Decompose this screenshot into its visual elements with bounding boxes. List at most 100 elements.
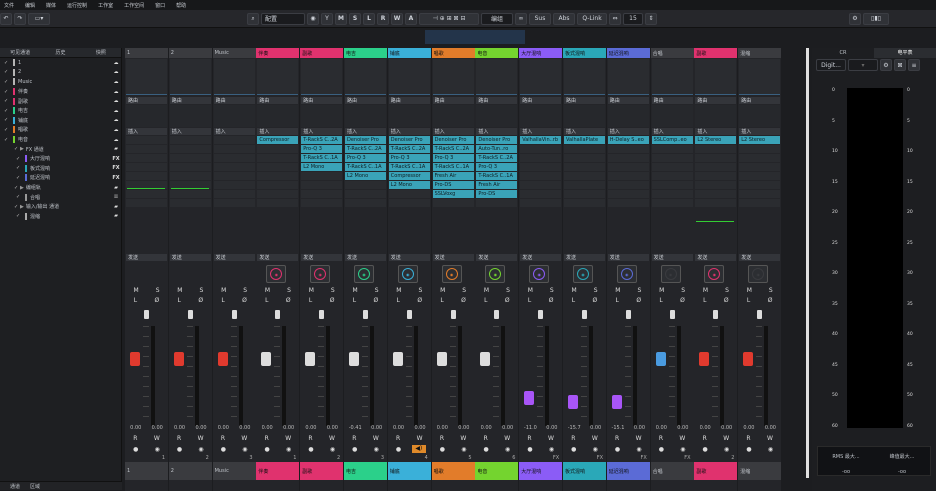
mode-button[interactable]: R [377,12,389,25]
pan-value[interactable]: 0.00 [152,425,163,431]
checkmark-icon[interactable]: ✓ [16,175,22,181]
insert-slot[interactable]: Denoiser Pro [345,136,386,144]
visibility-row[interactable]: ✓ 板式混响 FX [0,164,121,174]
checkmark-icon[interactable]: ✓ [4,127,10,133]
button-phase[interactable]: Ø [286,297,291,304]
send-header[interactable]: 发送 [564,254,605,261]
insert-slot[interactable]: Pro-Q 3 [388,154,430,162]
empty-insert-slot[interactable] [213,145,255,153]
button-listen[interactable]: L [528,297,531,304]
send-header[interactable]: 发送 [257,254,299,261]
insert-header[interactable]: 插入 [432,128,474,135]
footer-tab[interactable]: 区域 [30,483,40,490]
button-s[interactable]: S [418,287,422,294]
volume-value[interactable]: 0.00 [700,425,711,431]
pan-value[interactable]: 0.00 [677,425,688,431]
routing-toggles[interactable]: ⊣ ⊕ ⊞ ⊠ ⊟ [419,12,479,25]
monitor-icon[interactable]: ◉ [155,446,160,453]
monitor-icon[interactable]: ◉ [286,446,291,453]
channel-eq-button[interactable]: ◉ [573,265,593,283]
empty-insert-slot[interactable] [169,136,211,144]
insert-slot[interactable]: L2 Mono [345,172,386,180]
pan-knob[interactable] [144,310,149,319]
checkmark-icon[interactable]: ✓ [4,89,10,95]
checkmark-icon[interactable]: ✓ [4,117,10,123]
mode-button[interactable]: W [391,12,403,25]
channel-name[interactable]: 板式混响 [563,48,606,58]
button-listen[interactable]: L [484,297,487,304]
button-m[interactable]: M [747,287,752,294]
routing-slot[interactable] [564,105,605,127]
layout-toggle[interactable]: ▯▮▯ [863,12,889,25]
insert-header[interactable]: 插入 [607,128,649,135]
fader-handle[interactable] [349,351,359,366]
insert-header[interactable]: 插入 [169,128,211,135]
insert-slot[interactable]: T-RackS C..2A [476,154,518,162]
insert-header[interactable]: 插入 [476,128,518,135]
insert-slot[interactable]: Auto-Tun..ro [476,145,518,153]
pan-knob[interactable] [713,310,719,319]
button-s[interactable]: S [287,287,291,294]
automation-write[interactable]: W [285,435,291,442]
send-header[interactable]: 发送 [476,254,518,261]
empty-insert-slot[interactable] [213,154,255,162]
volume-value[interactable]: 0.00 [437,425,448,431]
checkmark-icon[interactable]: ✓ [4,60,10,66]
empty-insert-slot[interactable] [739,145,781,153]
visibility-row[interactable]: ✓ 副歌 ☁ [0,96,121,106]
empty-insert-slot[interactable] [169,163,211,171]
volume-value[interactable]: -0.41 [349,425,362,431]
button-m[interactable]: M [703,287,708,294]
automation-read[interactable]: R [177,435,181,442]
visibility-row[interactable]: ✓ ▶ 输入/输出 通道 ▰ [0,202,121,212]
monitor-icon[interactable]: ◉ [680,446,685,453]
button-listen[interactable]: L [397,297,400,304]
pan-value[interactable]: 0.00 [327,425,338,431]
button-phase[interactable]: Ø [330,297,335,304]
button-phase[interactable]: Ø [505,297,510,304]
empty-insert-slot[interactable] [520,154,562,162]
visibility-row[interactable]: ✓ ▶ 编组轨 ▰ [0,183,121,193]
fader-handle[interactable] [655,351,666,366]
channel-name-footer[interactable]: 大厅混响 [519,462,563,480]
channel-name[interactable]: 大厅混响 [519,48,563,58]
channel-name[interactable]: Music [212,48,256,58]
pan-value[interactable]: 0.00 [634,425,645,431]
channel-eq-button[interactable]: ◉ [660,265,681,283]
empty-insert-slot[interactable] [213,172,255,180]
pan-value[interactable]: 0.00 [239,425,250,431]
pan-knob[interactable] [231,310,237,319]
routing-header[interactable]: 路由 [739,97,781,104]
pan-value[interactable]: 0.00 [765,425,776,431]
empty-insert-slot[interactable] [695,163,737,171]
button-listen[interactable]: L [265,297,268,304]
empty-insert-slot[interactable] [695,190,737,198]
insert-slot[interactable]: T-RackS C..2A [345,145,386,153]
button-phase[interactable]: Ø [242,297,247,304]
empty-insert-slot[interactable] [607,145,649,153]
button-m[interactable]: M [309,287,314,294]
monitor-icon[interactable]: ◉ [768,446,773,453]
button-listen[interactable]: L [440,297,443,304]
volume-value[interactable]: 0.00 [656,425,667,431]
empty-insert-slot[interactable] [169,154,211,162]
meter-mode-select[interactable]: ▾ [848,59,878,71]
menu-item[interactable]: 工作室 [98,2,113,9]
fader-handle[interactable] [611,394,622,409]
visibility-row[interactable]: ✓ 合唱 ⁞⁞ [0,192,121,202]
send-header[interactable]: 发送 [695,254,737,261]
insert-slot[interactable]: Compressor [257,136,299,144]
empty-insert-slot[interactable] [126,154,167,162]
button-m[interactable]: M [265,287,270,294]
empty-insert-slot[interactable] [301,181,343,189]
button-m[interactable]: M [396,287,401,294]
mode-button[interactable]: S [349,12,361,25]
insert-header[interactable]: 插入 [345,128,386,135]
channel-name[interactable]: 电吉 [344,48,387,58]
record-icon[interactable]: ● [440,446,445,453]
empty-insert-slot[interactable] [607,199,649,207]
empty-insert-slot[interactable] [695,154,737,162]
checkmark-icon[interactable]: ✓ [16,156,22,162]
disclosure-icon[interactable]: ▶ [20,146,24,152]
redo-icon[interactable]: ↷ [14,12,26,25]
